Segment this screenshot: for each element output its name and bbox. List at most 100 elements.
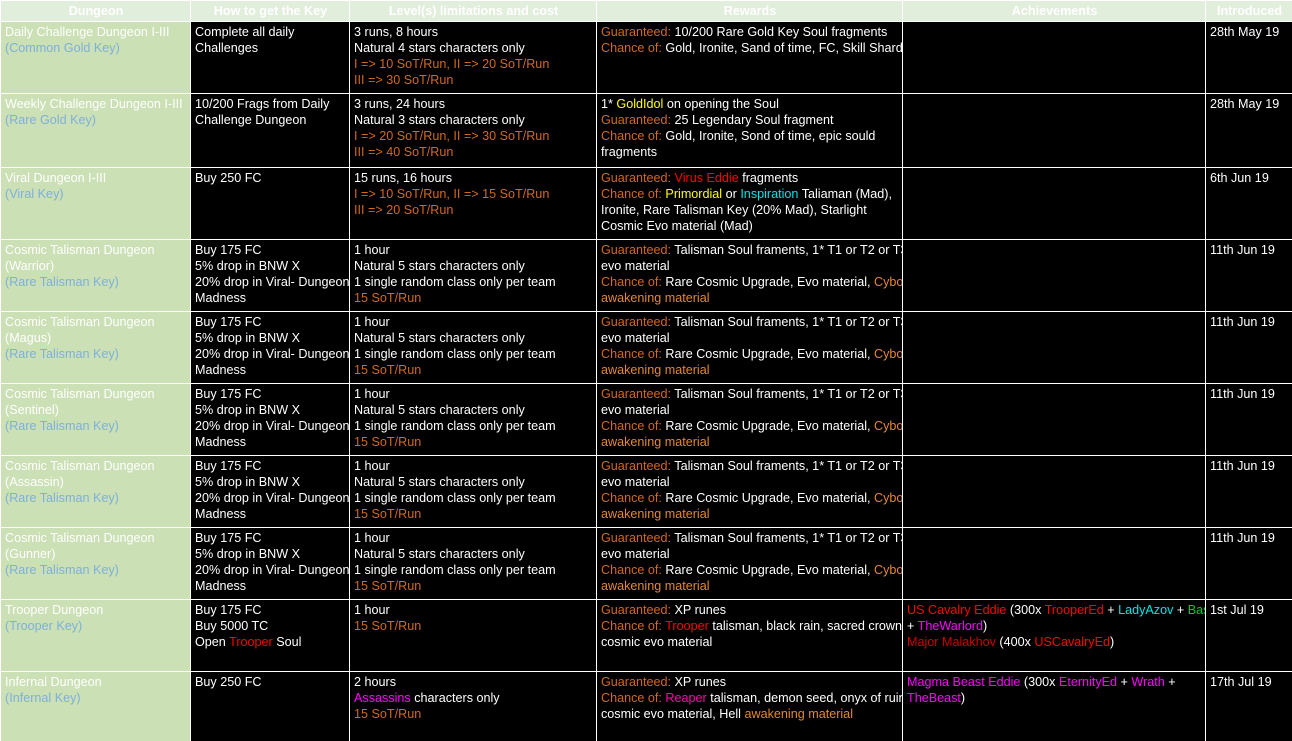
- cell-line: US Cavalry Eddie (300x TrooperEd + LadyA…: [907, 602, 1202, 618]
- cell-line: awakening material: [601, 506, 899, 522]
- table-row: Cosmic Talisman Dungeon(Assassin)(Rare T…: [1, 456, 1292, 528]
- cell-achievements: Magma Beast Eddie (300x EternityEd + Wra…: [903, 672, 1206, 741]
- cell-line: 15 SoT/Run: [354, 434, 593, 450]
- cell-dungeon: Cosmic Talisman Dungeon(Sentinel)(Rare T…: [1, 384, 191, 456]
- cell-line: Major Malakhov (400x USCavalryEd): [907, 634, 1202, 650]
- cell-line: I => 20 SoT/Run, II => 30 SoT/Run: [354, 128, 593, 144]
- cell-line: 1 single random class only per team: [354, 490, 593, 506]
- cell-limitations: 1 hourNatural 5 stars characters only1 s…: [350, 240, 597, 312]
- cell-line: Challenges: [195, 40, 346, 56]
- cell-line: 5% drop in BNW X: [195, 330, 346, 346]
- table-row: Infernal Dungeon(Infernal Key)Buy 250 FC…: [1, 672, 1292, 741]
- cell-line: awakening material: [601, 362, 899, 378]
- cell-line: I => 10 SoT/Run, II => 20 SoT/Run: [354, 56, 593, 72]
- cell-limitations: 3 runs, 24 hoursNatural 3 stars characte…: [350, 94, 597, 168]
- dungeon-class: (Warrior): [5, 258, 187, 274]
- dungeon-class: (Gunner): [5, 546, 187, 562]
- cell-how-to-get-key: Buy 175 FC5% drop in BNW X20% drop in Vi…: [191, 312, 350, 384]
- cell-line: TheBeast): [907, 690, 1202, 706]
- cell-line: Chance of: Primordial or Inspiration Tal…: [601, 186, 899, 202]
- cell-how-to-get-key: Buy 175 FC5% drop in BNW X20% drop in Vi…: [191, 384, 350, 456]
- cell-rewards: Guaranteed: Talisman Soul framents, 1* T…: [597, 456, 903, 528]
- column-header-introduced[interactable]: Introduced: [1206, 1, 1292, 22]
- cell-line: 3 runs, 24 hours: [354, 96, 593, 112]
- column-header-how-to-get-key[interactable]: How to get the Key: [191, 1, 350, 22]
- dungeon-name: Cosmic Talisman Dungeon: [5, 242, 187, 258]
- cell-line: 5% drop in BNW X: [195, 258, 346, 274]
- cell-dungeon: Trooper Dungeon(Trooper Key): [1, 600, 191, 672]
- cell-line: Guaranteed: XP runes: [601, 602, 899, 618]
- cell-line: 15 SoT/Run: [354, 578, 593, 594]
- cell-line: 15 SoT/Run: [354, 706, 593, 722]
- cell-line: 15 SoT/Run: [354, 362, 593, 378]
- cell-line: 20% drop in Viral- Dungeon: [195, 274, 346, 290]
- dungeon-name: Cosmic Talisman Dungeon: [5, 386, 187, 402]
- cell-how-to-get-key: Buy 250 FC: [191, 672, 350, 741]
- cell-line: Guaranteed: Talisman Soul framents, 1* T…: [601, 458, 899, 474]
- dungeon-key-label: (Rare Talisman Key): [5, 418, 187, 434]
- cell-line: 1 single random class only per team: [354, 418, 593, 434]
- dungeon-key-label: (Viral Key): [5, 186, 187, 202]
- dungeon-key-label: (Rare Talisman Key): [5, 346, 187, 362]
- cell-introduced: 11th Jun 19: [1206, 384, 1292, 456]
- cell-line: 20% drop in Viral- Dungeon: [195, 562, 346, 578]
- column-header-achievements[interactable]: Achievements: [903, 1, 1206, 22]
- cell-line: + TheWarlord): [907, 618, 1202, 634]
- cell-line: awakening material: [601, 578, 899, 594]
- cell-line: Madness: [195, 578, 346, 594]
- cell-dungeon: Cosmic Talisman Dungeon(Assassin)(Rare T…: [1, 456, 191, 528]
- cell-rewards: 1* GoldIdol on opening the SoulGuarantee…: [597, 94, 903, 168]
- cell-rewards: Guaranteed: XP runesChance of: Trooper t…: [597, 600, 903, 672]
- cell-rewards: Guaranteed: XP runesChance of: Reaper ta…: [597, 672, 903, 741]
- cell-line: Guaranteed: 10/200 Rare Gold Key Soul fr…: [601, 24, 899, 40]
- dungeon-class: (Sentinel): [5, 402, 187, 418]
- cell-line: III => 20 SoT/Run: [354, 202, 593, 218]
- cell-line: evo material: [601, 546, 899, 562]
- cell-line: Natural 3 stars characters only: [354, 112, 593, 128]
- cell-line: Chance of: Gold, Ironite, Sand of time, …: [601, 40, 899, 56]
- cell-line: 1 single random class only per team: [354, 346, 593, 362]
- cell-rewards: Guaranteed: Talisman Soul framents, 1* T…: [597, 312, 903, 384]
- cell-line: Guaranteed: XP runes: [601, 674, 899, 690]
- cell-dungeon: Cosmic Talisman Dungeon(Magus)(Rare Tali…: [1, 312, 191, 384]
- table-header-row: Dungeon How to get the Key Level(s) limi…: [1, 1, 1292, 22]
- table-row: Cosmic Talisman Dungeon(Magus)(Rare Tali…: [1, 312, 1292, 384]
- cell-line: fragments: [601, 144, 899, 160]
- cell-line: Buy 175 FC: [195, 242, 346, 258]
- cell-line: Natural 5 stars characters only: [354, 546, 593, 562]
- cell-line: 5% drop in BNW X: [195, 546, 346, 562]
- dungeon-key-label: (Rare Talisman Key): [5, 562, 187, 578]
- dungeon-class: (Assassin): [5, 474, 187, 490]
- cell-introduced: 11th Jun 19: [1206, 312, 1292, 384]
- introduced-date: 6th Jun 19: [1210, 170, 1289, 186]
- cell-limitations: 1 hourNatural 5 stars characters only1 s…: [350, 456, 597, 528]
- cell-introduced: 28th May 19: [1206, 94, 1292, 168]
- cell-line: 5% drop in BNW X: [195, 474, 346, 490]
- introduced-date: 11th Jun 19: [1210, 458, 1289, 474]
- cell-line: cosmic evo material, Hell awakening mate…: [601, 706, 899, 722]
- cell-line: cosmic evo material: [601, 634, 899, 650]
- column-header-limitations[interactable]: Level(s) limitations and cost: [350, 1, 597, 22]
- cell-line: 15 SoT/Run: [354, 290, 593, 306]
- column-header-rewards[interactable]: Rewards: [597, 1, 903, 22]
- dungeon-name: Daily Challenge Dungeon I-III: [5, 24, 187, 40]
- cell-line: Buy 250 FC: [195, 170, 346, 186]
- cell-line: 20% drop in Viral- Dungeon: [195, 490, 346, 506]
- cell-line: Complete all daily: [195, 24, 346, 40]
- cell-line: Chance of: Rare Cosmic Upgrade, Evo mate…: [601, 274, 899, 290]
- cell-line: Madness: [195, 362, 346, 378]
- cell-achievements: US Cavalry Eddie (300x TrooperEd + LadyA…: [903, 600, 1206, 672]
- cell-line: Open Trooper Soul: [195, 634, 346, 650]
- table-row: Cosmic Talisman Dungeon(Gunner)(Rare Tal…: [1, 528, 1292, 600]
- cell-introduced: 28th May 19: [1206, 22, 1292, 94]
- cell-introduced: 11th Jun 19: [1206, 456, 1292, 528]
- cell-limitations: 1 hourNatural 5 stars characters only1 s…: [350, 384, 597, 456]
- cell-line: Buy 5000 TC: [195, 618, 346, 634]
- cell-line: Buy 250 FC: [195, 674, 346, 690]
- cell-line: Chance of: Reaper talisman, demon seed, …: [601, 690, 899, 706]
- cell-how-to-get-key: Buy 175 FC5% drop in BNW X20% drop in Vi…: [191, 240, 350, 312]
- cell-line: Madness: [195, 290, 346, 306]
- column-header-dungeon[interactable]: Dungeon: [1, 1, 191, 22]
- cell-dungeon: Daily Challenge Dungeon I-III(Common Gol…: [1, 22, 191, 94]
- cell-line: 5% drop in BNW X: [195, 402, 346, 418]
